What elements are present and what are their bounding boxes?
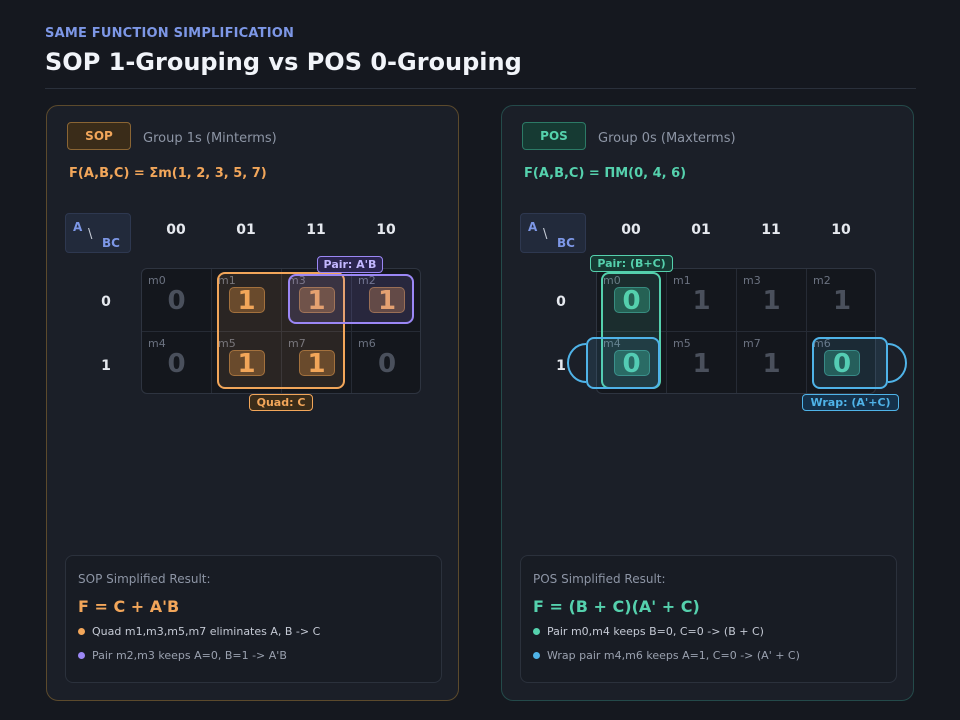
cell-value: 1 [692,349,711,379]
corner-slash: \ [88,227,93,242]
wrap-left-arc-icon [567,343,587,383]
column-header-11: 11 [761,222,781,238]
column-header-10: 10 [376,222,396,238]
kmap-cell-m6: m6 0 [352,332,420,393]
sop-subtitle: Group 1s (Minterms) [143,131,277,146]
pos-result-bullet-pair: Pair m0,m4 keeps B=0, C=0 -> (B + C) [533,625,764,638]
sop-result-bullet-pair: Pair m2,m3 keeps A=0, B=1 -> A'B [78,649,287,662]
column-header-01: 01 [691,222,711,238]
sop-quad-label: Quad: C [249,394,313,411]
column-header-01: 01 [236,222,256,238]
kmap-cell-m3: m3 1 [737,269,807,332]
pos-result-title: POS Simplified Result: [533,572,666,586]
kmap-corner-label: A \ BC [65,213,131,253]
bullet-text: Pair m2,m3 keeps A=0, B=1 -> A'B [92,649,287,662]
pair-dot-icon [533,628,540,635]
pos-result-bullet-wrap: Wrap pair m4,m6 keeps A=1, C=0 -> (A' + … [533,649,800,662]
corner-bc-label: BC [102,236,120,250]
corner-slash: \ [543,227,548,242]
cell-value: 1 [832,286,852,316]
cell-value: 1 [762,286,781,316]
sop-pair-group [288,274,414,324]
sop-pair-label: Pair: A'B [317,256,383,273]
sop-result-bullet-quad: Quad m1,m3,m5,m7 eliminates A, B -> C [78,625,320,638]
pos-panel: POS Group 0s (Maxterms) F(A,B,C) = ΠM(0,… [501,105,914,701]
sop-result-equation: F = C + A'B [78,597,180,616]
pos-result-box: POS Simplified Result: F = (B + C)(A' + … [520,555,897,683]
cell-value: 1 [692,286,711,316]
sop-result-box: SOP Simplified Result: F = C + A'B Quad … [65,555,442,683]
column-header-11: 11 [306,222,326,238]
kmap-cell-m7: m7 1 [737,332,807,393]
column-header-00: 00 [621,222,641,238]
cell-value: 0 [377,349,397,379]
pos-wrap-label: Wrap: (A'+C) [802,394,899,411]
cell-value: 0 [167,349,186,379]
pos-badge: POS [522,122,586,150]
wrap-right-arc-icon [887,343,907,383]
sop-badge: SOP [67,122,131,150]
column-header-00: 00 [166,222,186,238]
eyebrow-label: SAME FUNCTION SIMPLIFICATION [45,26,295,41]
row-header-0: 0 [101,294,111,310]
pair-dot-icon [78,652,85,659]
kmap-cell-m1: m1 1 [667,269,737,332]
pos-pair-label: Pair: (B+C) [590,255,673,272]
quad-dot-icon [78,628,85,635]
bullet-text: Wrap pair m4,m6 keeps A=1, C=0 -> (A' + … [547,649,800,662]
bullet-text: Pair m0,m4 keeps B=0, C=0 -> (B + C) [547,625,764,638]
wrap-dot-icon [533,652,540,659]
sop-result-title: SOP Simplified Result: [78,572,211,586]
pos-wrap-left-group [586,337,660,389]
corner-bc-label: BC [557,236,575,250]
row-header-0: 0 [556,294,566,310]
kmap-cell-m4: m4 0 [142,332,212,393]
cell-value: 1 [762,349,781,379]
kmap-corner-label: A \ BC [520,213,586,253]
sop-function: F(A,B,C) = Σm(1, 2, 3, 5, 7) [69,166,267,181]
kmap-cell-m2: m2 1 [807,269,875,332]
kmap-cell-m0: m0 0 [142,269,212,332]
corner-a-label: A [528,220,538,234]
sop-panel: SOP Group 1s (Minterms) F(A,B,C) = Σm(1,… [46,105,459,701]
pos-result-equation: F = (B + C)(A' + C) [533,597,700,616]
kmap-cell-m5: m5 1 [667,332,737,393]
row-header-1: 1 [101,358,111,374]
corner-a-label: A [73,220,83,234]
bullet-text: Quad m1,m3,m5,m7 eliminates A, B -> C [92,625,321,638]
pos-wrap-right-group [812,337,888,389]
cell-value: 0 [167,286,186,316]
page-title: SOP 1-Grouping vs POS 0-Grouping [45,48,522,76]
column-header-10: 10 [831,222,851,238]
header-divider [45,88,916,89]
pos-subtitle: Group 0s (Maxterms) [598,131,736,146]
pos-function: F(A,B,C) = ΠM(0, 4, 6) [524,166,687,181]
